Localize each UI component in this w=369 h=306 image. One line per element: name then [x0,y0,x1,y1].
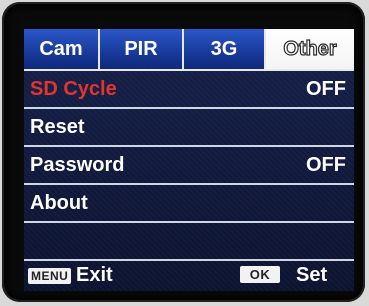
menu-item-empty [24,223,354,261]
settings-list: SD Cycle OFF Reset Password OFF About [24,71,354,261]
menu-item-label: SD Cycle [30,77,117,100]
tab-3g[interactable]: 3G [184,29,266,71]
footer-hints: MENU Exit OK Set [24,261,354,291]
menu-item-reset[interactable]: Reset [24,109,354,147]
menu-item-about[interactable]: About [24,185,354,223]
menu-item-label: Reset [30,115,85,138]
tab-pir[interactable]: PIR [100,29,184,71]
tab-cam[interactable]: Cam [24,29,100,71]
menu-item-sd-cycle[interactable]: SD Cycle OFF [24,71,354,109]
menu-item-value: OFF [306,153,346,176]
menu-screen: Cam PIR 3G Other SD Cycle OFF Reset Pass… [24,29,354,291]
ok-key-icon: OK [240,266,280,283]
menu-item-label: About [30,191,88,214]
menu-item-label: Password [30,153,125,176]
set-hint: Set [296,264,328,286]
tab-bar: Cam PIR 3G Other [24,29,354,71]
tab-other[interactable]: Other [266,29,354,71]
device-frame: Cam PIR 3G Other SD Cycle OFF Reset Pass… [2,2,365,302]
menu-item-password[interactable]: Password OFF [24,147,354,185]
menu-item-value: OFF [306,77,346,100]
exit-hint: Exit [76,264,113,286]
menu-key-icon: MENU [28,268,72,284]
